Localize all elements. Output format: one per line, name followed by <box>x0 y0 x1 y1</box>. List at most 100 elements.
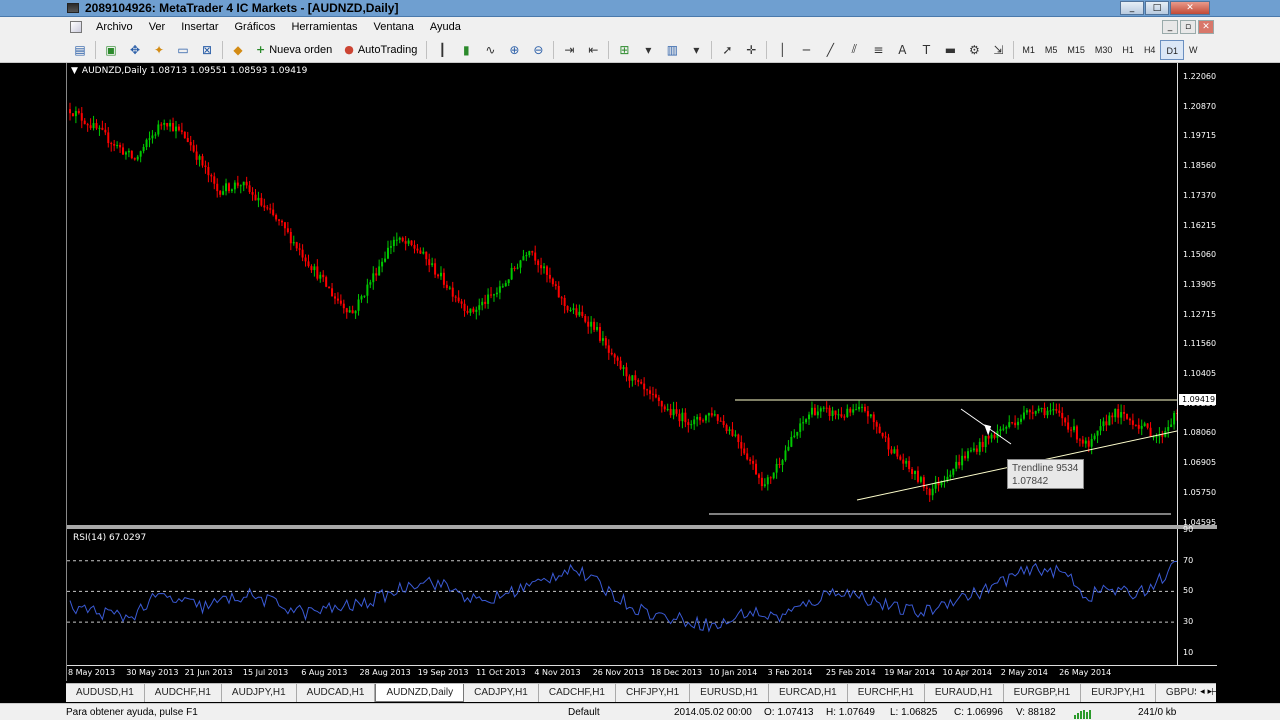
cursor-icon[interactable]: ➚ <box>716 40 738 60</box>
candle <box>1126 413 1129 420</box>
toolbar-separator <box>222 40 223 59</box>
candle <box>810 401 813 418</box>
vertical-line-icon[interactable]: │ <box>771 40 793 60</box>
fibonacci-icon[interactable]: ≡ <box>867 40 889 60</box>
autoscroll-icon[interactable]: ⇥ <box>558 40 580 60</box>
price-pane[interactable]: ▼ AUDNZD,Daily 1.08713 1.09551 1.08593 1.… <box>67 63 1179 525</box>
chart-tab[interactable]: AUDNZD,Daily <box>375 684 465 702</box>
crosshair-icon[interactable]: ✛ <box>740 40 762 60</box>
zoom-out-icon[interactable]: ⊖ <box>527 40 549 60</box>
price-tick-label: 1.22060 <box>1183 72 1217 81</box>
menu-ver[interactable]: Ver <box>141 21 174 33</box>
child-close-button[interactable]: ✕ <box>1198 20 1214 34</box>
menu-herramientas[interactable]: Herramientas <box>283 21 365 33</box>
status-close: C: 1.06996 <box>954 707 1003 718</box>
line-chart-icon[interactable]: ∿ <box>479 40 501 60</box>
new-order-button[interactable]: + Nueva orden <box>250 40 338 60</box>
trendline-icon[interactable]: ╱ <box>819 40 841 60</box>
candle <box>283 221 286 236</box>
strategy-tester-icon[interactable]: ⊠ <box>196 40 218 60</box>
chart-tab[interactable]: AUDUSD,H1 <box>66 684 145 702</box>
candle <box>213 172 216 190</box>
child-restore-button[interactable]: ▫ <box>1180 20 1196 34</box>
candle <box>540 257 543 275</box>
candle <box>981 434 984 452</box>
menu-archivo[interactable]: Archivo <box>88 21 141 33</box>
navigator-icon[interactable]: ✦ <box>148 40 170 60</box>
chart-tab[interactable]: AUDJPY,H1 <box>222 684 297 702</box>
candle <box>384 251 387 263</box>
zoom-in-icon[interactable]: ⊕ <box>503 40 525 60</box>
timeframe-h1[interactable]: H1 <box>1117 40 1139 60</box>
candle <box>707 412 710 423</box>
price-axis[interactable]: 1.22060 1.20870 1.19715 1.18560 1.17370 1.162… <box>1177 63 1217 527</box>
menu-ventana[interactable]: Ventana <box>366 21 422 33</box>
indicators-icon[interactable]: ⊞ <box>613 40 635 60</box>
tab-scroll-arrows-icon[interactable]: ◂ ▸ <box>1196 687 1212 697</box>
timeframe-m15[interactable]: M15 <box>1062 40 1090 60</box>
arrows-icon[interactable]: ⇲ <box>987 40 1009 60</box>
timeframe-d1[interactable]: D1 <box>1160 39 1184 60</box>
new-chart-icon[interactable]: ▤ <box>69 40 91 60</box>
candle <box>863 403 866 413</box>
candle <box>101 120 104 131</box>
chart-tab[interactable]: EURGBP,H1 <box>1004 684 1082 702</box>
title-bar: 2089104926: MetaTrader 4 IC Markets - [A… <box>0 0 1280 17</box>
candle <box>554 281 557 290</box>
candle <box>1049 403 1052 415</box>
time-tick-label: 15 Jul 2013 <box>242 668 289 677</box>
terminal-icon[interactable]: ▭ <box>172 40 194 60</box>
candle <box>487 288 490 309</box>
menu-graficos[interactable]: Gráficos <box>227 21 284 33</box>
candle <box>381 258 384 273</box>
rsi-chart[interactable] <box>67 529 1178 665</box>
chart-tab[interactable]: EURAUD,H1 <box>925 684 1004 702</box>
candlestick-icon[interactable]: ▮ <box>455 40 477 60</box>
templates-icon[interactable]: ▥ <box>661 40 683 60</box>
profiles-icon[interactable]: ▣ <box>100 40 122 60</box>
timeframe-h4[interactable]: H4 <box>1139 40 1161 60</box>
chart-tab[interactable]: EURCAD,H1 <box>769 684 848 702</box>
chart-tab[interactable]: CHFJPY,H1 <box>616 684 691 702</box>
timeframe-w1[interactable]: W <box>1184 40 1203 60</box>
maximize-button[interactable]: □ <box>1145 1 1169 15</box>
menu-insertar[interactable]: Insertar <box>173 21 226 33</box>
equidistant-channel-icon[interactable]: ⫽ <box>843 40 865 60</box>
candlestick-chart[interactable] <box>67 63 1179 525</box>
chart-window-icon[interactable] <box>70 21 82 33</box>
chart-tab[interactable]: CADCHF,H1 <box>539 684 616 702</box>
candle <box>519 259 522 274</box>
candle <box>852 404 855 416</box>
timeframe-m5[interactable]: M5 <box>1040 40 1063 60</box>
market-watch-icon[interactable]: ✥ <box>124 40 146 60</box>
rectangle-icon[interactable]: ▬ <box>939 40 961 60</box>
text-icon[interactable]: A <box>891 40 913 60</box>
timeframe-m30[interactable]: M30 <box>1090 40 1118 60</box>
timeframe-m1[interactable]: M1 <box>1017 40 1040 60</box>
candle <box>545 265 548 283</box>
chart-tab[interactable]: EURCHF,H1 <box>848 684 925 702</box>
rsi-pane[interactable]: RSI(14) 67.0297 <box>67 529 1178 665</box>
menu-ayuda[interactable]: Ayuda <box>422 21 469 33</box>
bar-chart-icon[interactable]: ┃ <box>431 40 453 60</box>
chart-shift-icon[interactable]: ⇤ <box>582 40 604 60</box>
metaeditor-icon[interactable]: ◆ <box>227 40 249 60</box>
minimize-button[interactable]: _ <box>1120 1 1144 15</box>
periods-icon[interactable]: ▾ <box>637 40 659 60</box>
child-minimize-button[interactable]: _ <box>1162 20 1178 34</box>
text-label-icon[interactable]: T <box>915 40 937 60</box>
chart-window[interactable]: ▼ AUDNZD,Daily 1.08713 1.09551 1.08593 1.… <box>66 63 1217 681</box>
close-button[interactable]: ✕ <box>1170 1 1210 15</box>
candle <box>490 287 493 299</box>
horizontal-line-icon[interactable]: ─ <box>795 40 817 60</box>
candle <box>749 457 752 465</box>
chart-tab[interactable]: AUDCAD,H1 <box>297 684 376 702</box>
chart-tab[interactable]: CADJPY,H1 <box>464 684 539 702</box>
candle <box>569 307 572 312</box>
gann-icon[interactable]: ⚙ <box>963 40 985 60</box>
autotrading-button[interactable]: ● AutoTrading <box>338 40 423 60</box>
chart-tab[interactable]: AUDCHF,H1 <box>145 684 222 702</box>
chart-tab[interactable]: EURUSD,H1 <box>690 684 769 702</box>
chart-tab[interactable]: EURJPY,H1 <box>1081 684 1156 702</box>
templates-dropdown-icon[interactable]: ▾ <box>685 40 707 60</box>
